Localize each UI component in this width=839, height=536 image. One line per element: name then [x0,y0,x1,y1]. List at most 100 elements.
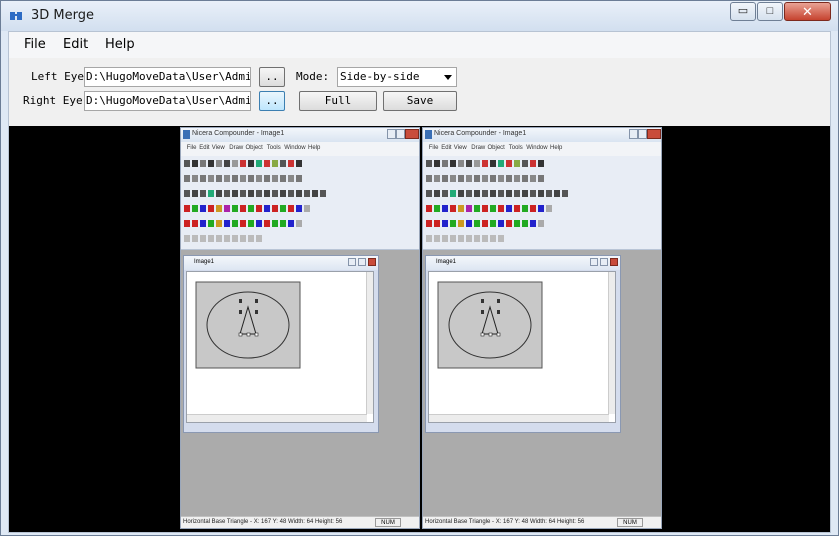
tool-icon [466,220,472,227]
full-button[interactable]: Full [299,91,377,111]
mode-selected-value: Side-by-side [340,70,420,83]
preview-toolbars [423,156,661,250]
tool-icon [224,190,230,197]
tool-icon [240,220,246,227]
tool-icon [450,190,456,197]
left-eye-label: Left Eye: [31,70,91,83]
preview-menu-item: Edit [441,145,452,151]
preview-menu-bar: File Edit View Draw Object Tools Window Help [181,142,419,156]
tool-icon [546,190,552,197]
left-eye-image: Nicera Compounder - Image1 File Edit View Dr… [180,127,420,529]
tool-icon [490,160,496,167]
preview-toolbar-row [184,175,304,185]
tool-icon [216,190,222,197]
tool-icon [240,160,246,167]
menu-file[interactable]: File [24,37,46,52]
left-eye-browse-button[interactable]: .. [259,67,285,87]
left-eye-path-input[interactable]: D:\HugoMoveData\User\Admini [84,67,251,87]
preview-menu-item: Draw [471,145,486,151]
tool-icon [426,175,432,182]
tool-icon [320,190,326,197]
tool-icon [466,160,472,167]
close-icon: ✕ [802,4,813,19]
tool-icon [514,190,520,197]
minimize-button[interactable]: ▭ [730,2,756,21]
tool-icon [482,160,488,167]
preview-toolbar-row [184,235,264,245]
preview-app-title: Nicera Compounder - Image1 [192,130,285,137]
tool-icon [256,205,262,212]
menu-help[interactable]: Help [105,37,135,52]
preview-child-title: Image1 [194,259,215,265]
tool-icon [240,175,246,182]
preview-toolbar-row [184,160,304,170]
tool-icon [426,205,432,212]
tool-icon [248,160,254,167]
tool-icon [538,205,544,212]
preview-app-title: Nicera Compounder - Image1 [434,130,527,137]
preview-child-title: Image1 [436,259,457,265]
preview-menu-item: Edit [199,145,210,151]
tool-icon [192,175,198,182]
tool-icon [498,160,504,167]
preview-title-bar: Nicera Compounder - Image1 [423,128,661,142]
tool-icon [490,235,496,242]
tool-icon [296,160,302,167]
tool-icon [450,175,456,182]
tool-icon [296,205,302,212]
close-button[interactable]: ✕ [784,2,831,21]
app-window: 3D Merge ▭ □ ✕ File Edit Help Left Eye: … [0,0,839,536]
tool-icon [184,205,190,212]
tool-icon [514,160,520,167]
tool-icon [498,220,504,227]
tool-icon [474,190,480,197]
tool-icon [498,190,504,197]
tool-icon [312,190,318,197]
tool-icon [554,190,560,197]
tool-icon [498,205,504,212]
close-icon [405,129,419,139]
tool-icon [200,205,206,212]
menu-edit[interactable]: Edit [63,37,88,52]
merged-preview-area: Nicera Compounder - Image1 File Edit View Dr… [9,126,830,532]
preview-num-indicator: NUM [617,518,643,527]
tool-icon [216,175,222,182]
tool-icon [184,220,190,227]
tool-icon [256,190,262,197]
tool-icon [208,220,214,227]
tool-icon [248,220,254,227]
tool-icon [490,190,496,197]
tool-icon [466,205,472,212]
tool-icon [442,175,448,182]
tool-icon [482,205,488,212]
tool-icon [192,235,198,242]
preview-menu-item: Draw [229,145,244,151]
tool-icon [506,160,512,167]
tool-icon [280,205,286,212]
tool-icon [264,205,270,212]
tool-icon [296,190,302,197]
preview-menu-item: Object [245,145,263,151]
mode-select[interactable]: Side-by-side [337,67,457,87]
tool-icon [208,175,214,182]
maximize-button[interactable]: □ [757,2,783,21]
tool-icon [530,175,536,182]
save-button[interactable]: Save [383,91,457,111]
vertical-scrollbar [366,272,373,414]
tool-icon [482,220,488,227]
tool-icon [514,205,520,212]
vertical-scrollbar [608,272,615,414]
preview-menu-item: Window [284,145,306,151]
app-icon [10,12,22,20]
tool-icon [522,205,528,212]
tool-icon [216,235,222,242]
tool-icon [474,160,480,167]
preview-toolbar-row [426,205,554,215]
tool-icon [482,235,488,242]
right-eye-browse-button[interactable]: .. [259,91,285,111]
right-eye-path-input[interactable]: D:\HugoMoveData\User\Admini [84,91,251,111]
close-icon [647,129,661,139]
menu-bar: File Edit Help [9,32,830,58]
title-bar[interactable]: 3D Merge ▭ □ ✕ [1,1,838,31]
tool-icon [498,235,504,242]
